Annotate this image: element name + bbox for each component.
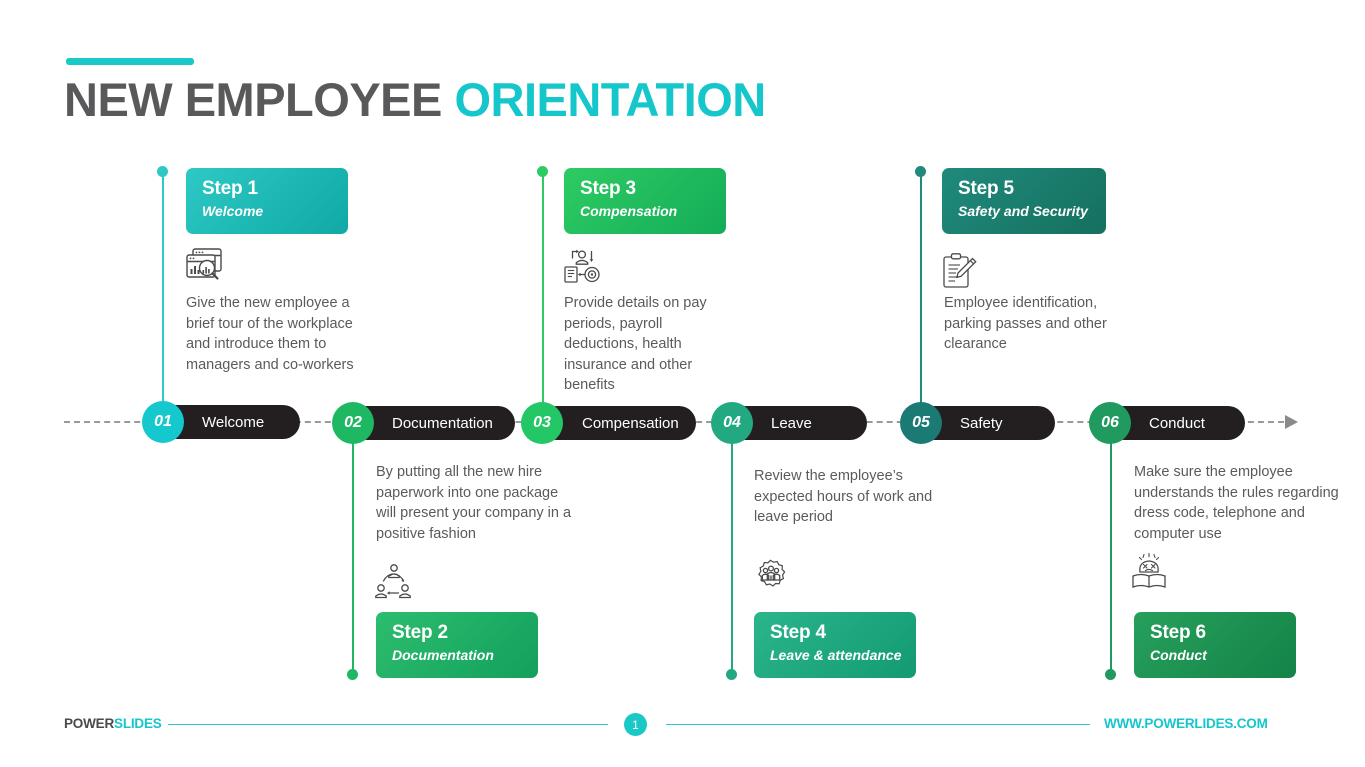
timeline-label-02: Documentation xyxy=(392,414,493,432)
page-title-dark: NEW EMPLOYEE xyxy=(64,73,442,126)
step-card-2[interactable]: Step 2 Documentation xyxy=(376,612,538,678)
step-card-4-title: Step 4 xyxy=(770,622,826,643)
timeline-label-04: Leave xyxy=(771,414,812,432)
page-title-accent: ORIENTATION xyxy=(454,73,766,126)
timeline-label-01: Welcome xyxy=(202,413,265,431)
timeline-label-06: Conduct xyxy=(1149,414,1205,432)
page-title: NEW EMPLOYEE ORIENTATION xyxy=(64,74,766,126)
connector-dot-step-4 xyxy=(726,669,737,680)
step-card-5-title: Step 5 xyxy=(958,178,1014,199)
timeline-label-03: Compensation xyxy=(582,414,679,432)
step-card-1-title: Step 1 xyxy=(202,178,258,199)
connector-line-step-4 xyxy=(731,422,733,672)
timeline-node-05[interactable]: 05 xyxy=(900,402,942,444)
timeline-label-05: Safety xyxy=(960,414,1003,432)
person-gear-document-icon xyxy=(562,248,604,286)
step-card-3-title: Step 3 xyxy=(580,178,636,199)
window-search-chart-icon xyxy=(184,246,226,286)
timeline-pill-03[interactable]: Compensation xyxy=(540,406,696,440)
connector-line-step-1 xyxy=(162,172,164,422)
timeline-pill-02[interactable]: Documentation xyxy=(350,406,515,440)
footer-page-number: 1 xyxy=(624,713,647,736)
step-card-1[interactable]: Step 1 Welcome xyxy=(186,168,348,234)
connector-dot-step-6 xyxy=(1105,669,1116,680)
timeline-node-06[interactable]: 06 xyxy=(1089,402,1131,444)
timeline-arrow-icon xyxy=(1285,415,1298,429)
connector-line-step-6 xyxy=(1110,422,1112,672)
timeline-node-01[interactable]: 01 xyxy=(142,401,184,443)
step-card-6-title: Step 6 xyxy=(1150,622,1206,643)
step-description-6: Make sure the employee understands the r… xyxy=(1134,464,1339,542)
step-card-4-subtitle: Leave & attendance xyxy=(770,646,902,663)
connector-line-step-2 xyxy=(352,422,354,672)
step-description-1: Give the new employee a brief tour of th… xyxy=(186,295,354,373)
step-card-5[interactable]: Step 5 Safety and Security xyxy=(942,168,1106,234)
timeline-number-03: 03 xyxy=(533,414,551,431)
gear-people-icon xyxy=(751,554,793,596)
step-card-6-subtitle: Conduct xyxy=(1150,646,1207,663)
step-description-5: Employee identification, parking passes … xyxy=(944,295,1107,352)
connector-dot-step-5 xyxy=(915,166,926,177)
timeline-number-05: 05 xyxy=(912,414,930,431)
timeline-number-04: 04 xyxy=(723,414,741,431)
people-network-icon xyxy=(374,562,414,600)
book-head-icon xyxy=(1130,552,1172,594)
timeline-node-02[interactable]: 02 xyxy=(332,402,374,444)
step-card-2-subtitle: Documentation xyxy=(392,646,494,663)
timeline-number-02: 02 xyxy=(344,414,362,431)
timeline-node-03[interactable]: 03 xyxy=(521,402,563,444)
footer-url[interactable]: WWW.POWERLIDES.COM xyxy=(1104,716,1268,731)
slide-root: NEW EMPLOYEE ORIENTATION Step 1 Welcome xyxy=(0,0,1365,767)
connector-line-step-5 xyxy=(920,172,922,422)
step-card-6[interactable]: Step 6 Conduct xyxy=(1134,612,1296,678)
connector-dot-step-1 xyxy=(157,166,168,177)
timeline-node-04[interactable]: 04 xyxy=(711,402,753,444)
timeline-number-06: 06 xyxy=(1101,414,1119,431)
step-card-1-subtitle: Welcome xyxy=(202,202,264,219)
clipboard-pencil-icon xyxy=(942,252,978,290)
footer-divider-right xyxy=(666,724,1090,725)
step-description-3: Provide details on pay periods, payroll … xyxy=(564,295,707,393)
step-description-2: By putting all the new hire paperwork in… xyxy=(376,464,572,542)
title-accent-rule xyxy=(66,58,194,65)
step-card-3-subtitle: Compensation xyxy=(580,202,678,219)
step-card-3[interactable]: Step 3 Compensation xyxy=(564,168,726,234)
step-card-5-subtitle: Safety and Security xyxy=(958,202,1088,219)
timeline-number-01: 01 xyxy=(154,413,172,430)
connector-line-step-3 xyxy=(542,172,544,422)
step-card-2-title: Step 2 xyxy=(392,622,448,643)
footer-divider-left xyxy=(168,724,608,725)
step-description-4: Review the employee’s expected hours of … xyxy=(754,468,933,525)
footer-logo-accent: SLIDES xyxy=(114,716,162,731)
connector-dot-step-2 xyxy=(347,669,358,680)
footer-logo-dark: POWER xyxy=(64,716,115,731)
step-card-4[interactable]: Step 4 Leave & attendance xyxy=(754,612,916,678)
connector-dot-step-3 xyxy=(537,166,548,177)
footer-logo: POWERSLIDES xyxy=(64,716,162,731)
